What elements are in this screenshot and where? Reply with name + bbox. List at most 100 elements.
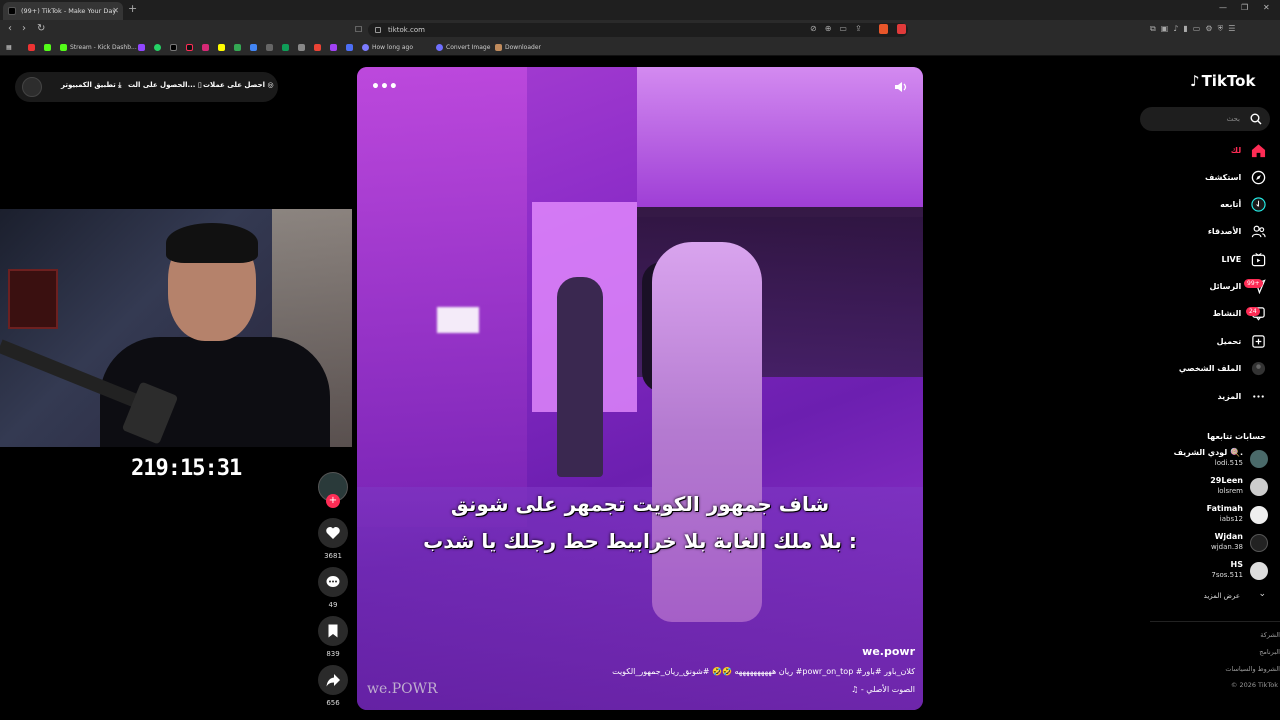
following-account[interactable]: لودي الشريف 🍭. lodi.515 <box>1148 447 1268 471</box>
bookmark-kick-dashboard[interactable]: Stream - Kick Dashb... <box>60 42 137 54</box>
coin-icon: ◎ <box>267 81 274 89</box>
brave-shield-icon[interactable] <box>879 24 888 34</box>
nav-upload[interactable]: تحميل <box>1217 333 1266 351</box>
scene-floor <box>357 487 923 710</box>
forward-icon[interactable]: › <box>22 23 26 34</box>
get-coins-link[interactable]: احصل على عملات ◎ <box>203 81 274 89</box>
bookmark-instagram[interactable] <box>202 42 212 54</box>
bookmark-twitch[interactable] <box>138 42 148 54</box>
scene-person-walking <box>652 242 762 622</box>
nav-friends[interactable]: الأصدقاء <box>1208 223 1266 241</box>
nav-for-you[interactable]: لك <box>1231 142 1266 160</box>
bookmark-link-2[interactable] <box>282 42 292 54</box>
link-icon <box>266 44 273 51</box>
footer-program[interactable]: البرنامج <box>1259 648 1280 656</box>
search-input[interactable]: بحث <box>1140 107 1270 131</box>
search-icon[interactable] <box>1250 113 1262 125</box>
address-bar-actions[interactable]: ⊘⊕▭⇪ <box>810 24 870 33</box>
live-icon <box>1251 252 1266 267</box>
globe-icon <box>436 44 443 51</box>
see-more-link[interactable]: عرض المزيد <box>1204 592 1240 600</box>
save-count: 839 <box>326 650 340 658</box>
comment-icon <box>326 576 340 587</box>
apps-grid-icon[interactable]: ▦ <box>6 42 12 54</box>
following-account[interactable]: 29Leen lolsrem <box>1148 475 1268 499</box>
close-tab-icon[interactable]: ✕ <box>112 2 119 20</box>
scene-ceiling <box>637 67 923 217</box>
nav-explore[interactable]: استكشف <box>1205 169 1266 187</box>
scene-person <box>557 277 603 477</box>
author-handle[interactable]: we.powr <box>862 645 915 658</box>
user-avatar[interactable] <box>22 77 42 97</box>
minimize-icon[interactable]: — <box>1219 3 1227 12</box>
bookmark-icon <box>328 624 338 638</box>
nav-live[interactable]: LIVE <box>1221 251 1266 269</box>
following-account[interactable]: Wjdan wjdan.38 <box>1148 531 1268 555</box>
following-account[interactable]: Fatimah iabs12 <box>1148 503 1268 527</box>
link-icon <box>346 44 353 51</box>
bookmark-kick[interactable] <box>44 42 54 54</box>
bookmark-link-6[interactable] <box>346 42 356 54</box>
bookmark-link-3[interactable] <box>298 42 308 54</box>
like-count: 3681 <box>324 552 342 560</box>
link-icon <box>330 44 337 51</box>
volume-icon[interactable] <box>894 81 908 93</box>
brave-rewards-icon[interactable] <box>897 24 906 34</box>
link-icon <box>314 44 321 51</box>
video-player[interactable]: ••• شاف جمهور الكويت تجمهر على شونق بلا … <box>357 67 923 710</box>
following-account[interactable]: HS 7sos.511 <box>1148 559 1268 583</box>
streamer-hair <box>166 223 258 263</box>
get-app-link[interactable]: الحصول على الت... ▯ <box>128 81 202 89</box>
nav-more[interactable]: المزيد <box>1217 388 1266 406</box>
youtube-icon <box>28 44 35 51</box>
follow-plus-icon[interactable]: + <box>326 494 340 508</box>
nav-following[interactable]: أتابعه <box>1220 196 1266 214</box>
bookmark-tiktok[interactable] <box>186 42 196 54</box>
address-bar-row: ‹ › ↻ ☐ tiktok.com ⊘⊕▭⇪ ⧉▣♪▮▭⚙⛨☰ <box>0 20 1280 40</box>
bookmark-drive[interactable] <box>234 42 244 54</box>
bookmark-link-1[interactable] <box>266 42 276 54</box>
bookmark-how-long-ago[interactable]: How long ago <box>362 42 413 54</box>
back-icon[interactable]: ‹ <box>8 23 12 34</box>
pc-app-link[interactable]: تطبيق الكمبيوتر ⤓ <box>61 81 121 90</box>
like-button[interactable] <box>318 518 348 548</box>
upload-plus-icon <box>1252 335 1265 348</box>
bookmark-x[interactable] <box>170 42 180 54</box>
bookmark-downloader[interactable]: Downloader <box>495 42 541 54</box>
footer-company[interactable]: الشركة <box>1260 631 1280 639</box>
profile-avatar-icon <box>1251 361 1266 376</box>
bookmark-snapchat[interactable] <box>218 42 228 54</box>
bookmark-docs[interactable] <box>250 42 260 54</box>
bookmark-convert-image[interactable]: Convert Image <box>436 42 490 54</box>
browser-toolbar-icons[interactable]: ⧉▣♪▮▭⚙⛨☰ <box>1150 24 1240 34</box>
more-options-icon[interactable]: ••• <box>371 79 398 95</box>
bookmark-link-5[interactable] <box>330 42 340 54</box>
save-button[interactable] <box>318 616 348 646</box>
share-button[interactable] <box>318 665 348 695</box>
comment-button[interactable] <box>318 567 348 597</box>
search-placeholder: بحث <box>1226 115 1240 123</box>
bookmark-youtube[interactable] <box>28 42 38 54</box>
chevron-down-icon[interactable]: ⌄ <box>1258 589 1266 599</box>
maximize-icon[interactable]: ❐ <box>1241 3 1248 12</box>
close-window-icon[interactable]: ✕ <box>1263 3 1270 12</box>
nav-profile[interactable]: الملف الشخصي <box>1179 360 1266 378</box>
stream-timer: 219:15:31 <box>131 456 242 481</box>
footer-terms[interactable]: الشروط والسياسات <box>1225 665 1280 673</box>
site-info-icon[interactable] <box>375 27 381 33</box>
tiktok-logo[interactable]: ♪ TikTok <box>1190 72 1255 90</box>
promo-bar: تطبيق الكمبيوتر ⤓ الحصول على الت... ▯ اح… <box>15 72 278 102</box>
bookmark-whatsapp[interactable] <box>154 42 164 54</box>
browser-tab[interactable]: (99+) TikTok - Make Your Day ✕ <box>3 2 123 20</box>
new-tab-icon[interactable]: + <box>128 2 137 15</box>
whatsapp-icon <box>154 44 161 51</box>
music-label[interactable]: ♫ - الصوت الأصلي <box>851 685 915 694</box>
tab-title: (99+) TikTok - Make Your Day <box>21 7 117 15</box>
reload-icon[interactable]: ↻ <box>37 23 45 34</box>
bookmark-link-4[interactable] <box>314 42 324 54</box>
browser-tab-bar: (99+) TikTok - Make Your Day ✕ + — ❐ ✕ <box>0 0 1280 20</box>
share-icon <box>326 674 340 687</box>
webcam-overlay <box>0 209 352 447</box>
url-text: tiktok.com <box>388 26 425 34</box>
bookmark-page-icon[interactable]: ☐ <box>355 25 362 34</box>
